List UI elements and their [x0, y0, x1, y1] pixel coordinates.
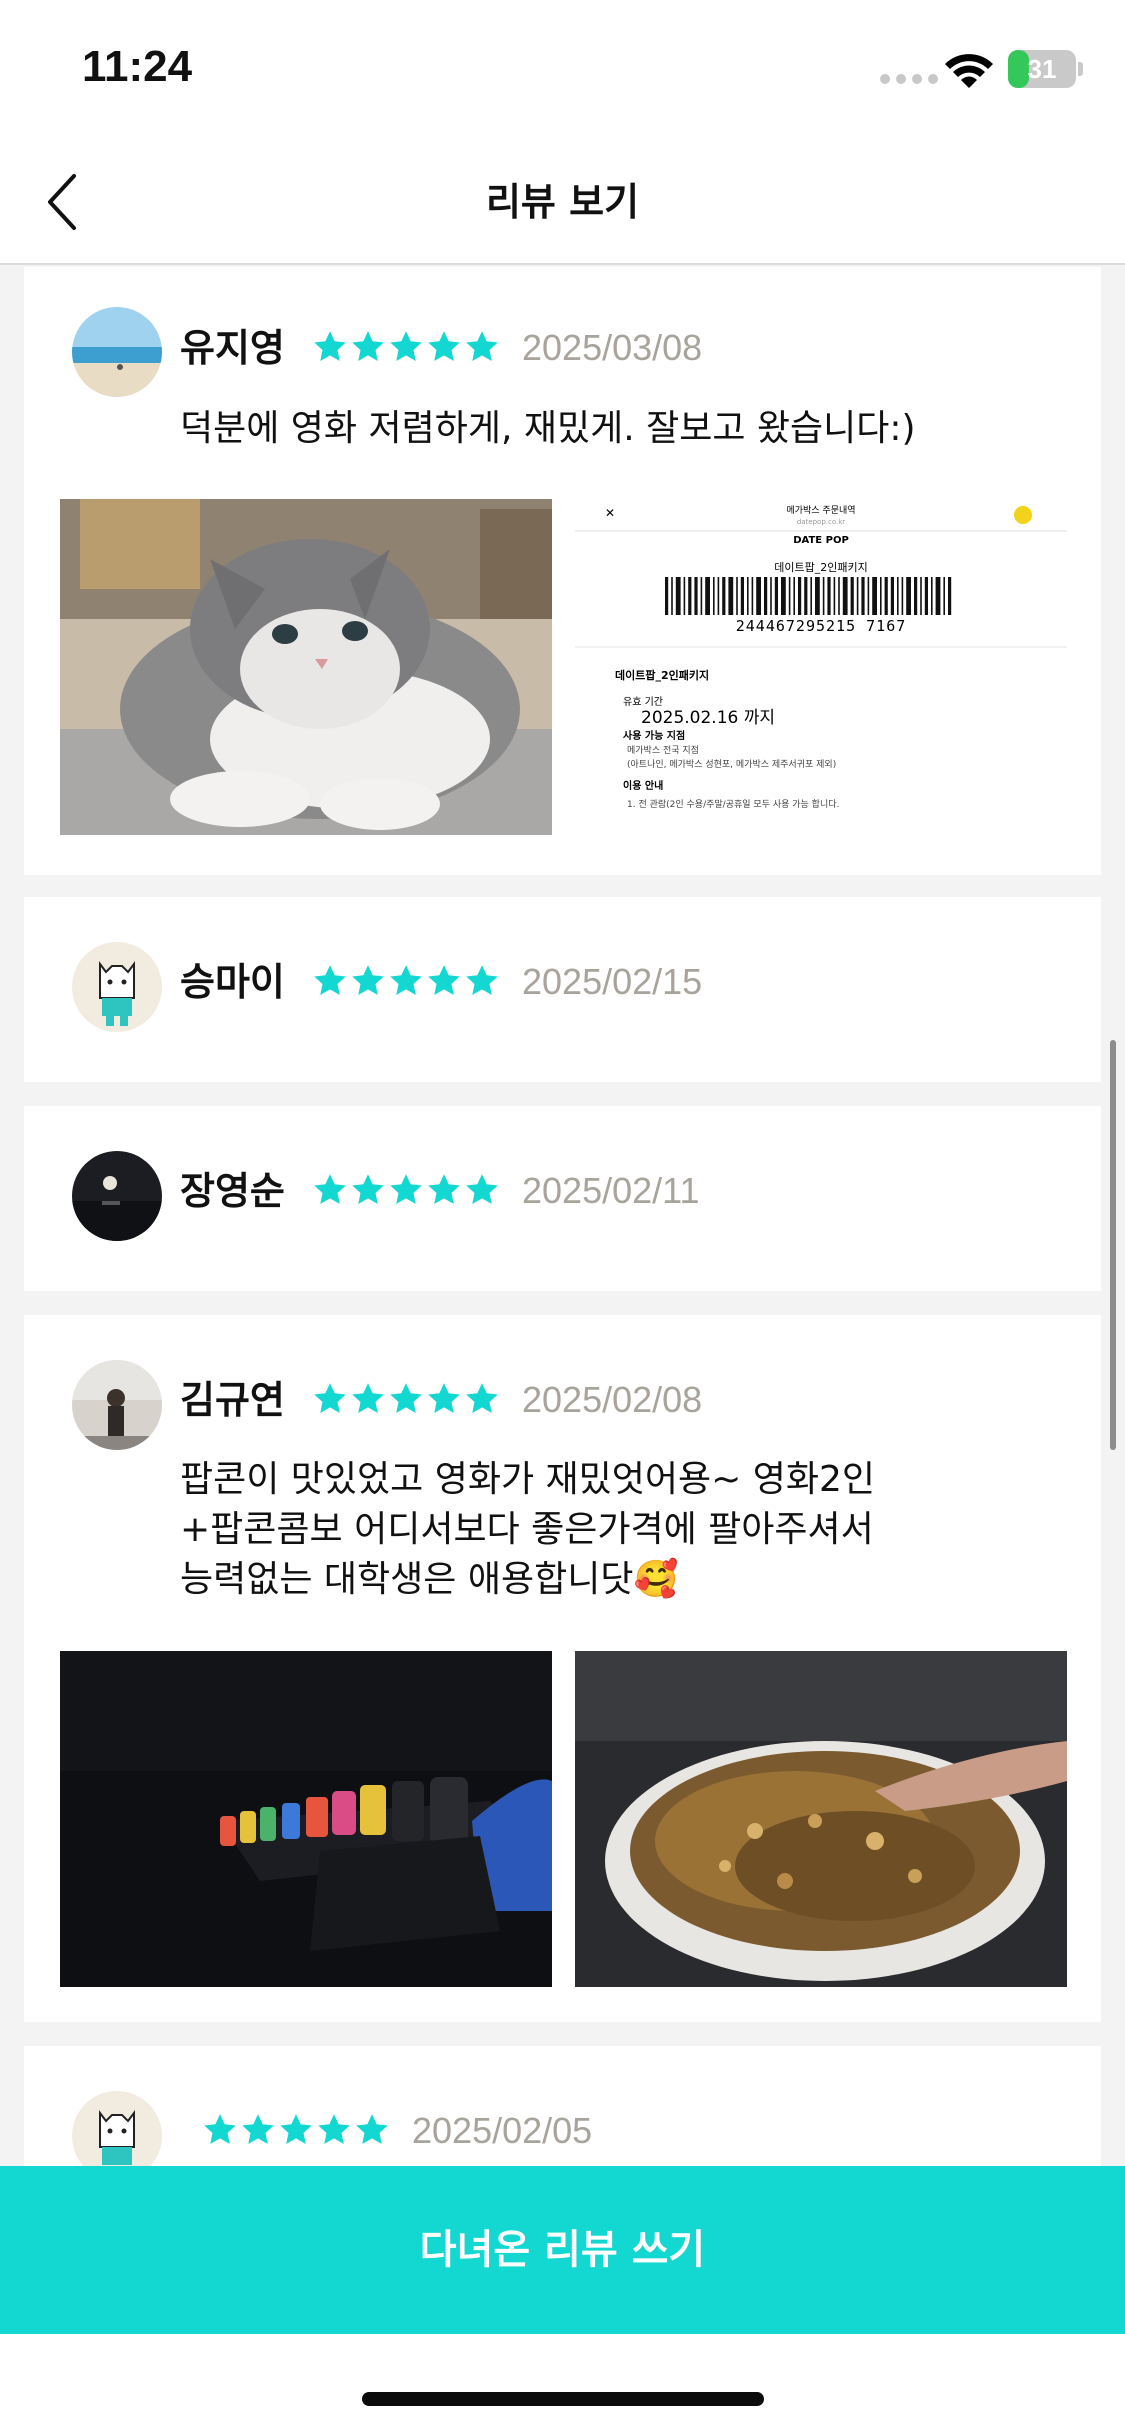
star-icon — [242, 2114, 274, 2144]
cellular-signal-icon — [880, 74, 938, 84]
star-icon — [356, 2114, 388, 2144]
ticket-guide-label: 이용 안내 — [623, 779, 663, 792]
review-photo-popcorn[interactable] — [575, 1651, 1067, 1987]
star-icon — [314, 331, 346, 361]
avatar — [72, 307, 162, 397]
wifi-icon — [945, 54, 993, 88]
star-icon — [466, 1174, 498, 1204]
avatar — [72, 942, 162, 1032]
star-icon — [318, 2114, 350, 2144]
write-review-button[interactable]: 다녀온 리뷰 쓰기 — [0, 2166, 1125, 2334]
star-icon — [390, 1383, 422, 1413]
status-time: 11:24 — [82, 42, 193, 91]
avatar — [72, 1151, 162, 1241]
star-rating — [312, 1172, 500, 1208]
star-rating — [312, 329, 500, 365]
reviewer-name: 유지영 — [180, 326, 285, 370]
star-rating — [312, 1381, 500, 1417]
avatar — [72, 2091, 162, 2167]
status-bar: 11:24 31 — [0, 0, 1125, 140]
star-icon — [280, 2114, 312, 2144]
home-indicator — [362, 2392, 764, 2406]
review-card: 승마이 2025/02/15 — [24, 897, 1101, 1082]
review-card: 2025/02/05 — [24, 2046, 1101, 2167]
review-date: 2025/02/11 — [522, 1170, 700, 1211]
battery-level: 31 — [1027, 54, 1057, 84]
ticket-validity: 2025.02.16 까지 — [641, 708, 775, 728]
review-card: 유지영 2025/03/08 덕분에 영화 저렴하게, 재밌게. 잘보고 왔습니… — [24, 267, 1101, 875]
star-icon — [352, 1383, 384, 1413]
review-card: 김규연 2025/02/08 팝콘이 맛있었고 영화가 재밌엇어용~ 영화2인 … — [24, 1315, 1101, 2022]
ticket-section-title: 데이트팝_2인패키지 — [615, 668, 709, 682]
star-icon — [314, 1174, 346, 1204]
review-photo-kitten[interactable] — [60, 499, 552, 835]
review-photo-ticket[interactable]: ✕ 메가박스 주문내역 datepop.co.kr DATE POP 데이트팝_… — [575, 499, 1067, 835]
ticket-brand: DATE POP — [793, 535, 849, 546]
ticket-guide: 1. 전 관람(2인 수용/주말/공휴일 모두 사용 가능 합니다. — [627, 798, 839, 810]
ticket-validity-label: 유효 기간 — [623, 696, 663, 708]
reviewer-name: 김규연 — [180, 1378, 285, 1422]
review-date: 2025/02/05 — [412, 2110, 593, 2151]
review-date: 2025/03/08 — [522, 327, 703, 368]
star-icon — [352, 1174, 384, 1204]
ticket-branch-note: (아트나인, 메가박스 성현포, 메가박스 제주서귀포 제외) — [627, 758, 836, 770]
review-photo-theater-seats[interactable] — [60, 1651, 552, 1987]
ticket-site: datepop.co.kr — [797, 518, 845, 526]
reviewer-name: 승마이 — [180, 960, 285, 1004]
review-text: 팝콘이 맛있었고 영화가 재밌엇어용~ 영화2인 +팝콘콤보 어디서보다 좋은가… — [180, 1459, 876, 1600]
page-title: 리뷰 보기 — [485, 180, 640, 224]
home-indicator-area — [0, 2334, 1125, 2436]
ticket-branch-label: 사용 가능 지점 — [623, 729, 685, 742]
star-icon — [466, 965, 498, 995]
review-date: 2025/02/15 — [522, 961, 703, 1002]
star-icon — [428, 965, 460, 995]
avatar — [72, 1360, 162, 1450]
ticket-barcode-number: 244467295215 7167 — [736, 617, 907, 635]
ticket-header: 메가박스 주문내역 — [786, 505, 855, 516]
star-icon — [390, 1174, 422, 1204]
star-rating — [312, 963, 500, 999]
star-icon — [390, 965, 422, 995]
review-text: 덕분에 영화 저렴하게, 재밌게. 잘보고 왔습니다:) — [180, 408, 916, 449]
review-date: 2025/02/08 — [522, 1379, 703, 1420]
star-icon — [466, 1383, 498, 1413]
review-list[interactable]: 유지영 2025/03/08 덕분에 영화 저렴하게, 재밌게. 잘보고 왔습니… — [0, 267, 1125, 2167]
chevron-left-icon[interactable] — [40, 162, 90, 242]
star-icon — [428, 1174, 460, 1204]
star-icon — [352, 965, 384, 995]
battery-icon: 31 — [1008, 50, 1076, 88]
star-icon — [466, 331, 498, 361]
reviewer-name: 장영순 — [180, 1169, 285, 1213]
ticket-branch: 메가박스 전국 지점 — [627, 744, 699, 756]
star-icon — [314, 1383, 346, 1413]
star-rating — [202, 2112, 390, 2148]
star-icon — [428, 331, 460, 361]
star-icon — [390, 331, 422, 361]
navigation-bar: 리뷰 보기 — [0, 140, 1125, 265]
scrollbar[interactable] — [1110, 1040, 1116, 1450]
star-icon — [352, 331, 384, 361]
ticket-package: 데이트팝_2인패키지 — [774, 561, 867, 574]
star-icon — [428, 1383, 460, 1413]
star-icon — [204, 2114, 236, 2144]
svg-text:✕: ✕ — [605, 506, 615, 520]
star-icon — [314, 965, 346, 995]
review-card: 장영순 2025/02/11 — [24, 1106, 1101, 1291]
